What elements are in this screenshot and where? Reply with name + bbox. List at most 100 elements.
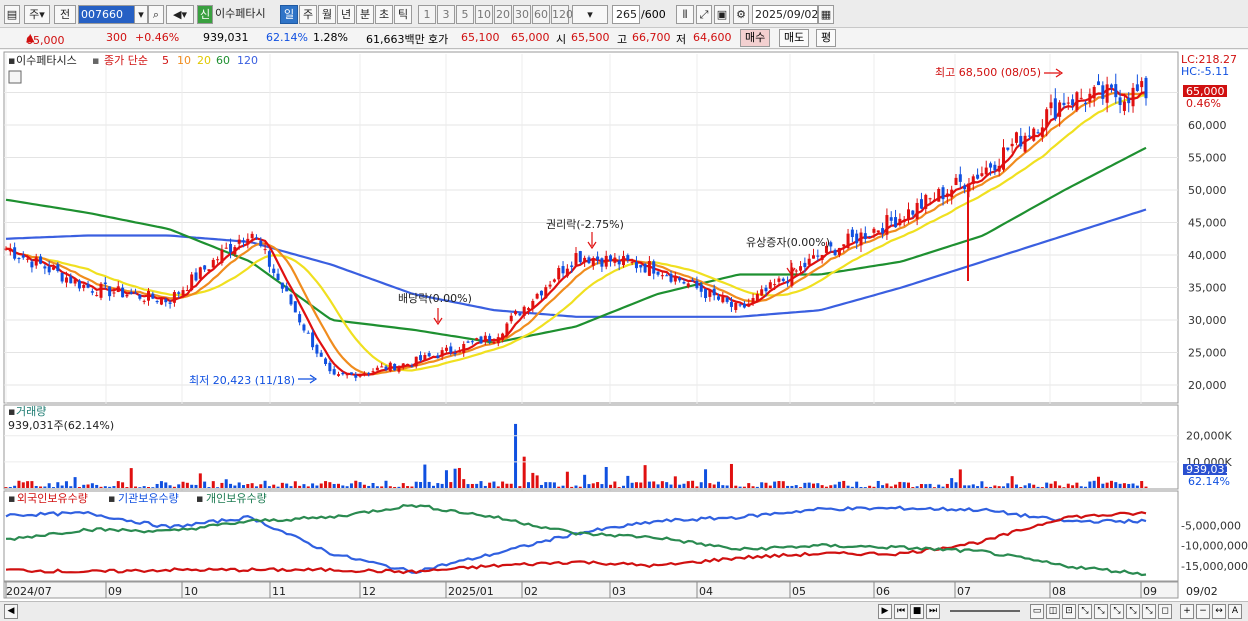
- volume-bar: [1140, 481, 1144, 488]
- interval-2[interactable]: 월: [318, 5, 336, 24]
- candle-body: [1109, 84, 1113, 88]
- interval-1[interactable]: 주: [299, 5, 317, 24]
- candle-body: [185, 290, 189, 292]
- stock-chart-svg[interactable]: 60,000 55,000 50,000 45,000 40,000 35,000 30,0…: [0, 50, 1248, 603]
- candle-type-icon[interactable]: ⫴: [676, 5, 694, 24]
- tool-icon-4[interactable]: ⤡: [1078, 604, 1092, 619]
- sell-button[interactable]: 매도: [779, 29, 810, 47]
- draw-tool-icon[interactable]: ⤢: [696, 5, 712, 24]
- stock-code-input[interactable]: 007660: [78, 5, 136, 24]
- compare-button[interactable]: 전: [54, 5, 76, 24]
- reset-icon[interactable]: ↔: [1212, 604, 1226, 619]
- candle-body: [509, 315, 513, 322]
- volume-bar: [246, 484, 250, 488]
- quote-volume: 939,031: [203, 31, 249, 44]
- volume-bar: [803, 482, 807, 488]
- tool-icon-7[interactable]: ⤡: [1126, 604, 1140, 619]
- interval-num-60[interactable]: 60: [532, 5, 550, 24]
- volume-bar: [444, 470, 448, 488]
- tool-icon-5[interactable]: ⤡: [1094, 604, 1108, 619]
- candle-body: [388, 362, 392, 372]
- count-input[interactable]: 265: [612, 5, 640, 24]
- candle-body: [919, 199, 923, 209]
- candle-body: [207, 269, 211, 272]
- candle-body: [609, 255, 613, 262]
- volume-bar: [440, 483, 444, 488]
- zoom-out-icon[interactable]: −: [1196, 604, 1210, 619]
- candle-body: [1097, 81, 1100, 86]
- candle-body: [634, 262, 638, 269]
- gear-icon[interactable]: ⚙: [733, 5, 749, 24]
- buy-button[interactable]: 매수: [740, 29, 771, 47]
- candle-body: [164, 299, 168, 303]
- candle-body: [686, 283, 690, 287]
- candle-body: [997, 165, 1001, 172]
- interval-num-120[interactable]: 120: [551, 5, 573, 24]
- scroll-left-icon[interactable]: ◀: [4, 604, 18, 619]
- tool-icon-3[interactable]: ⊡: [1062, 604, 1076, 619]
- volume-bar: [423, 464, 427, 488]
- auto-icon[interactable]: A: [1228, 604, 1242, 619]
- candle-body: [647, 261, 651, 276]
- scroll-right-icon[interactable]: ▶: [878, 604, 892, 619]
- volume-bar: [142, 486, 146, 488]
- chart-menu-icon[interactable]: ▤: [4, 5, 20, 24]
- calendar-icon[interactable]: ▦: [818, 5, 834, 24]
- volume-bar: [34, 485, 38, 488]
- interval-5[interactable]: 초: [375, 5, 393, 24]
- interval-num-1[interactable]: 1: [418, 5, 436, 24]
- interval-num-30[interactable]: 30: [513, 5, 531, 24]
- volume-bar: [39, 486, 43, 488]
- search-icon[interactable]: ⌕: [148, 5, 164, 24]
- volume-bar: [518, 486, 522, 488]
- last-page-icon[interactable]: ⏭: [926, 604, 940, 619]
- date-input[interactable]: 2025/09/02: [752, 5, 818, 24]
- volume-bar: [954, 482, 958, 488]
- tool-icon-1[interactable]: ▭: [1030, 604, 1044, 619]
- save-icon[interactable]: ▣: [714, 5, 730, 24]
- candle-body: [90, 291, 94, 293]
- tool-icon-6[interactable]: ⤡: [1110, 604, 1124, 619]
- volume-bar: [932, 487, 936, 488]
- volume-bar: [393, 486, 397, 488]
- interval-num-20[interactable]: 20: [494, 5, 512, 24]
- interval-num-10[interactable]: 10: [475, 5, 493, 24]
- interval-num-3[interactable]: 3: [437, 5, 455, 24]
- candle-body: [198, 267, 202, 279]
- interval-6[interactable]: 틱: [394, 5, 412, 24]
- stop-icon[interactable]: ■: [910, 604, 924, 619]
- first-page-icon[interactable]: ⏮: [894, 604, 908, 619]
- code-dropdown-icon[interactable]: ▾: [134, 5, 148, 24]
- tool-icon-8[interactable]: ⤡: [1142, 604, 1156, 619]
- candle-body: [760, 289, 764, 296]
- tool-icon-2[interactable]: ◫: [1046, 604, 1060, 619]
- candle-body: [147, 290, 150, 301]
- volume-bar: [574, 485, 578, 488]
- tool-icon-9[interactable]: ◻: [1158, 604, 1172, 619]
- interval-4[interactable]: 분: [356, 5, 374, 24]
- period-dropdown[interactable]: ▾: [572, 5, 608, 24]
- interval-3[interactable]: 년: [337, 5, 355, 24]
- volume-bar: [876, 480, 880, 488]
- candle-body: [246, 238, 250, 245]
- zoom-slider[interactable]: [950, 610, 1020, 612]
- candle-body: [617, 260, 621, 265]
- chart-area[interactable]: 60,000 55,000 50,000 45,000 40,000 35,000 30,0…: [0, 50, 1248, 603]
- volume-bar: [332, 483, 336, 488]
- zoom-in-icon[interactable]: +: [1180, 604, 1194, 619]
- candle-body: [932, 199, 936, 201]
- interval-0[interactable]: 일: [280, 5, 298, 24]
- volume-bar: [1092, 480, 1096, 488]
- period-select[interactable]: 주▾: [24, 5, 50, 24]
- x-tick-label: 2025/01: [448, 585, 494, 598]
- scroll-bar[interactable]: ◀ ▶ ⏮ ■ ⏭ ▭ ◫ ⊡ ⤡ ⤡ ⤡ ⤡ ⤡ ◻ + − ↔ A: [0, 601, 1248, 621]
- interval-num-5[interactable]: 5: [456, 5, 474, 24]
- sound-icon[interactable]: ◀▾: [166, 5, 194, 24]
- eval-button[interactable]: 평: [816, 29, 837, 47]
- volume-bar: [725, 485, 729, 488]
- grid-toggle-icon[interactable]: [8, 70, 22, 84]
- volume-bar: [198, 473, 202, 488]
- quote-price: 65,000 ▲: [26, 31, 65, 47]
- volume-bar: [535, 475, 539, 488]
- candle-body: [121, 287, 125, 298]
